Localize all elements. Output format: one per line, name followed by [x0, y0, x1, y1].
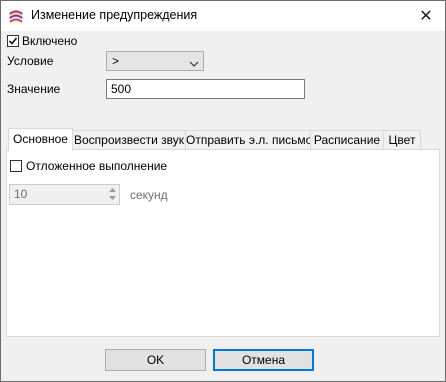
title-bar: Изменение предупреждения ✕	[1, 1, 445, 31]
chevron-down-icon	[189, 57, 199, 71]
stepper-up-icon[interactable]	[106, 186, 118, 194]
condition-value: >	[112, 54, 120, 68]
condition-select[interactable]: >	[106, 51, 204, 71]
app-icon	[8, 8, 24, 24]
tab-schedule[interactable]: Расписание	[310, 130, 384, 150]
close-button[interactable]: ✕	[407, 1, 445, 31]
seconds-unit-label: секунд	[130, 188, 168, 202]
tab-send-email[interactable]: Отправить э.л. письмо	[185, 130, 312, 150]
window-title: Изменение предупреждения	[31, 8, 198, 22]
enabled-label: Включено	[22, 34, 78, 48]
alert-edit-dialog: Изменение предупреждения ✕ Включено Усло…	[0, 0, 446, 382]
tab-panel-general	[6, 149, 440, 337]
ok-button[interactable]: OK	[105, 349, 206, 371]
cancel-button[interactable]: Отмена	[213, 349, 314, 371]
value-label: Значение	[7, 82, 61, 96]
checkmark-icon	[8, 37, 18, 45]
enabled-checkbox[interactable]	[7, 35, 19, 47]
stepper-buttons[interactable]	[106, 186, 118, 203]
condition-label: Условие	[7, 54, 54, 68]
tab-general[interactable]: Основное	[8, 128, 73, 151]
seconds-stepper[interactable]: 10	[9, 184, 120, 205]
value-input[interactable]: 500	[106, 79, 305, 99]
tab-color[interactable]: Цвет	[383, 130, 421, 150]
value-input-text: 500	[111, 82, 132, 96]
tab-play-sound[interactable]: Воспроизвести звук	[72, 130, 186, 150]
delayed-checkbox[interactable]	[10, 160, 22, 172]
stepper-down-icon[interactable]	[106, 194, 118, 202]
delayed-label: Отложенное выполнение	[26, 159, 168, 173]
close-icon: ✕	[419, 8, 433, 25]
seconds-value: 10	[14, 187, 28, 201]
